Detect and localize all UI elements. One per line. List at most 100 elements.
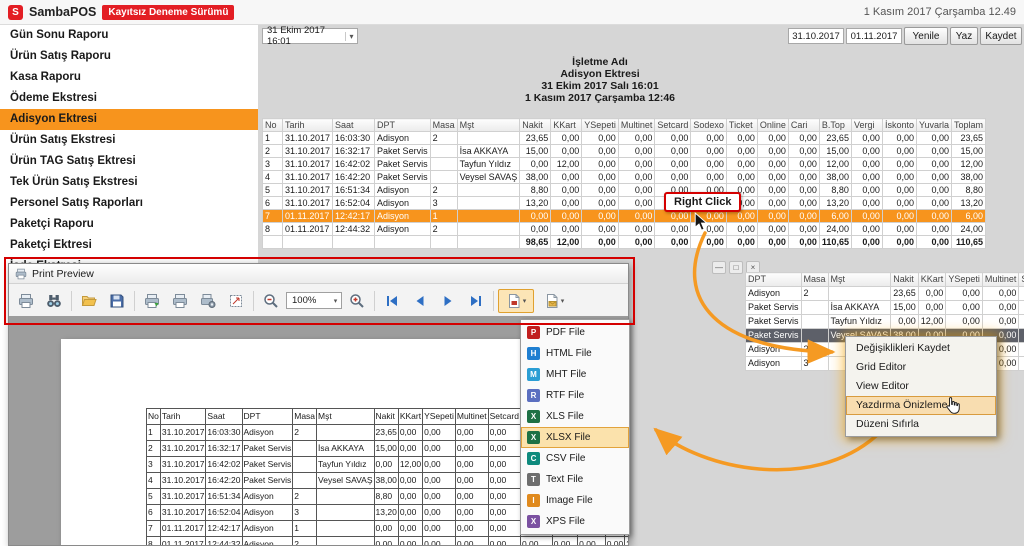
- scale-button[interactable]: [223, 289, 249, 313]
- context-menu-item[interactable]: Düzeni Sıfırla: [846, 415, 996, 434]
- column-header[interactable]: B.Top: [819, 119, 851, 132]
- zoom-selector[interactable]: 100% ▾: [286, 292, 342, 309]
- page-setup-button[interactable]: [195, 289, 221, 313]
- column-header[interactable]: Setcard: [655, 119, 691, 132]
- save-button[interactable]: Kaydet: [980, 27, 1022, 45]
- export-format-item[interactable]: HHTML File: [521, 343, 629, 364]
- column-header[interactable]: İskonto: [882, 119, 916, 132]
- column-header[interactable]: Multinet: [455, 409, 488, 425]
- column-header[interactable]: Multinet: [982, 273, 1019, 287]
- column-header[interactable]: YSepeti: [582, 119, 619, 132]
- column-header[interactable]: Setcard: [1019, 273, 1024, 287]
- export-format-item[interactable]: RRTF File: [521, 385, 629, 406]
- column-header[interactable]: Nakit: [374, 409, 398, 425]
- sidebar-item[interactable]: Kasa Raporu: [0, 67, 258, 88]
- table-row[interactable]: Paket ServisTayfun Yıldız0,0012,000,000,…: [746, 315, 1024, 329]
- context-menu-item[interactable]: Yazdırma Önizleme: [846, 396, 996, 415]
- start-date-field[interactable]: 31.10.2017: [788, 28, 844, 44]
- column-header[interactable]: DPT: [375, 119, 431, 132]
- column-header[interactable]: Tarih: [283, 119, 333, 132]
- column-header[interactable]: Masa: [430, 119, 457, 132]
- column-header[interactable]: Online: [757, 119, 788, 132]
- sidebar-item[interactable]: Ödeme Ekstresi: [0, 88, 258, 109]
- column-header[interactable]: Setcard: [488, 409, 520, 425]
- print-button[interactable]: Yaz: [950, 27, 978, 45]
- print-direct-button[interactable]: [139, 289, 165, 313]
- column-header[interactable]: Masa: [293, 409, 317, 425]
- table-row[interactable]: Adisyon223,650,000,000,000,00: [746, 287, 1024, 301]
- column-header[interactable]: No: [147, 409, 161, 425]
- table-row[interactable]: 531.10.201716:51:34Adisyon28,800,000,000…: [263, 184, 986, 197]
- column-header[interactable]: KKart: [551, 119, 582, 132]
- sidebar-item[interactable]: Ürün Satış Raporu: [0, 46, 258, 67]
- sidebar-item[interactable]: Gün Sonu Raporu: [0, 25, 258, 46]
- period-selector[interactable]: 31 Ekim 2017 16:01 ▾: [262, 28, 358, 44]
- table-row[interactable]: 801.11.201712:44:32Adisyon20,000,000,000…: [147, 537, 629, 546]
- sidebar-item[interactable]: Personel Satış Raporları: [0, 193, 258, 214]
- column-header[interactable]: KKart: [918, 273, 946, 287]
- save-document-button[interactable]: [104, 289, 130, 313]
- column-header[interactable]: Tarih: [160, 409, 206, 425]
- export-format-item[interactable]: PPDF File: [521, 322, 629, 343]
- table-row[interactable]: Paket Servisİsa AKKAYA15,000,000,000,000…: [746, 301, 1024, 315]
- column-header[interactable]: Masa: [801, 273, 828, 287]
- context-menu-item[interactable]: View Editor: [846, 377, 996, 396]
- column-header[interactable]: Mşt: [828, 273, 891, 287]
- column-header[interactable]: Saat: [206, 409, 242, 425]
- table-row[interactable]: 801.11.201712:44:32Adisyon20,000,000,000…: [263, 223, 986, 236]
- column-header[interactable]: Cari: [788, 119, 819, 132]
- open-button[interactable]: [76, 289, 102, 313]
- export-format-item[interactable]: XXLSX File: [521, 427, 629, 448]
- column-header[interactable]: Sodexo: [691, 119, 727, 132]
- zoom-out-button[interactable]: [258, 289, 284, 313]
- export-format-item[interactable]: TText File: [521, 469, 629, 490]
- table-row[interactable]: 631.10.201716:52:04Adisyon313,200,000,00…: [263, 197, 986, 210]
- export-format-item[interactable]: XXLS File: [521, 406, 629, 427]
- sidebar-item[interactable]: Adisyon Ektresi: [0, 109, 258, 130]
- table-row[interactable]: 231.10.201716:32:17Paket Servisİsa AKKAY…: [263, 145, 986, 158]
- column-header[interactable]: Vergi: [851, 119, 882, 132]
- print-preview-titlebar[interactable]: Print Preview: [9, 264, 628, 284]
- previous-page-button[interactable]: [407, 289, 433, 313]
- quick-print-button[interactable]: [13, 289, 39, 313]
- table-row[interactable]: 331.10.201716:42:02Paket ServisTayfun Yı…: [263, 158, 986, 171]
- first-page-button[interactable]: [379, 289, 405, 313]
- send-email-button[interactable]: ▾: [536, 289, 572, 313]
- column-header[interactable]: Saat: [333, 119, 375, 132]
- column-header[interactable]: Nakit: [520, 119, 551, 132]
- column-header[interactable]: Ticket: [726, 119, 757, 132]
- sidebar-item[interactable]: Ürün TAG Satış Ektresi: [0, 151, 258, 172]
- table-row[interactable]: 131.10.201716:03:30Adisyon223,650,000,00…: [263, 132, 986, 145]
- refresh-button[interactable]: Yenile: [904, 27, 948, 45]
- column-header[interactable]: Toplam: [952, 119, 986, 132]
- sidebar-item[interactable]: Ürün Satış Ekstresi: [0, 130, 258, 151]
- column-header[interactable]: Yuvarla: [916, 119, 951, 132]
- export-format-item[interactable]: IImage File: [521, 490, 629, 511]
- context-menu-item[interactable]: Değişiklikleri Kaydet: [846, 339, 996, 358]
- column-header[interactable]: YSepeti: [423, 409, 456, 425]
- column-header[interactable]: KKart: [398, 409, 422, 425]
- column-header[interactable]: Multinet: [618, 119, 655, 132]
- export-format-item[interactable]: MMHT File: [521, 364, 629, 385]
- print-dialog-button[interactable]: [167, 289, 193, 313]
- sidebar-item[interactable]: Tek Ürün Satış Ekstresi: [0, 172, 258, 193]
- table-row[interactable]: 701.11.201712:42:17Adisyon10,000,000,000…: [263, 210, 986, 223]
- minimize-button[interactable]: —: [712, 261, 726, 274]
- column-header[interactable]: DPT: [242, 409, 293, 425]
- export-format-item[interactable]: CCSV File: [521, 448, 629, 469]
- column-header[interactable]: Nakit: [891, 273, 919, 287]
- search-button[interactable]: [41, 289, 67, 313]
- export-document-button[interactable]: ▾: [498, 289, 534, 313]
- context-menu-item[interactable]: Grid Editor: [846, 358, 996, 377]
- column-header[interactable]: No: [263, 119, 283, 132]
- zoom-in-button[interactable]: [344, 289, 370, 313]
- maximize-button[interactable]: □: [729, 261, 743, 274]
- last-page-button[interactable]: [463, 289, 489, 313]
- column-header[interactable]: Mşt: [457, 119, 520, 132]
- table-row[interactable]: 431.10.201716:42:20Paket ServisVeysel SA…: [263, 171, 986, 184]
- next-page-button[interactable]: [435, 289, 461, 313]
- sidebar-item[interactable]: Paketçi Ektresi: [0, 235, 258, 256]
- sidebar-item[interactable]: Paketçi Raporu: [0, 214, 258, 235]
- end-date-field[interactable]: 01.11.2017: [846, 28, 902, 44]
- export-format-item[interactable]: XXPS File: [521, 511, 629, 532]
